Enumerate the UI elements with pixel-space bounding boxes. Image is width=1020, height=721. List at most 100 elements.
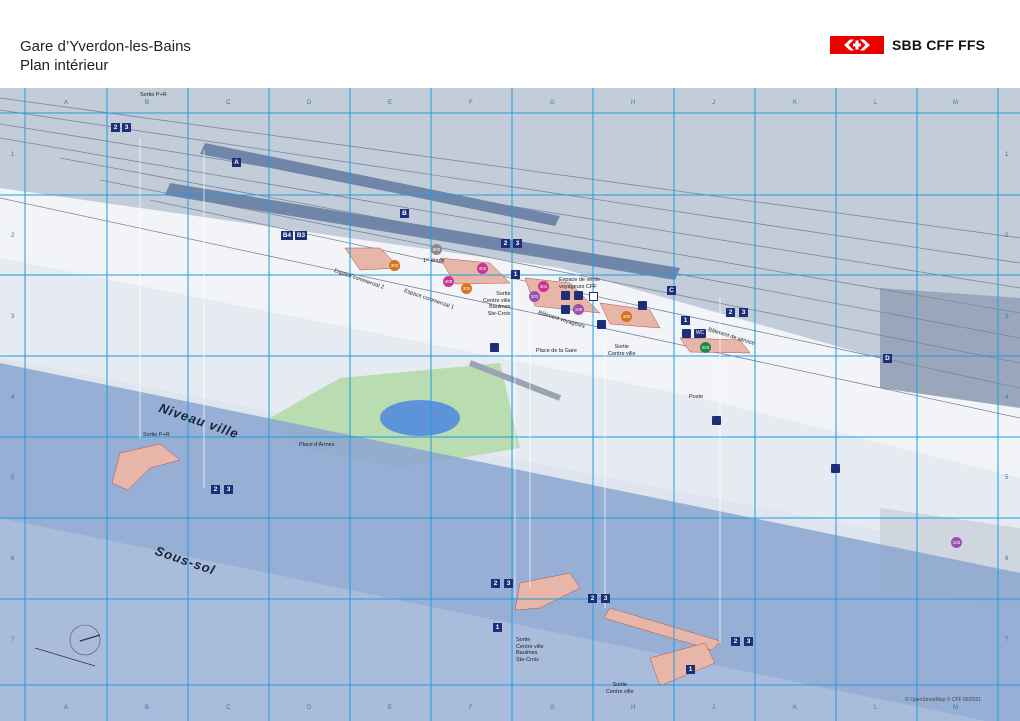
poi-500[interactable]: 500: [431, 244, 442, 255]
info-screen-icon[interactable]: [589, 292, 598, 301]
row-label-3-right: 3: [1005, 314, 1009, 320]
poi-300[interactable]: 300: [621, 311, 632, 322]
row-label-4-right: 4: [1005, 395, 1009, 401]
col-label-l-top: L: [874, 100, 878, 106]
row-label-1-right: 1: [1005, 152, 1009, 158]
row-label-4-left: 4: [11, 395, 15, 401]
track-3-badge: 3: [601, 594, 610, 603]
poi-100[interactable]: 100: [573, 304, 584, 315]
track-2-badge: 2: [731, 637, 740, 646]
poi-302[interactable]: 302: [389, 260, 400, 271]
poi-402[interactable]: 402: [477, 263, 488, 274]
col-label-g-bottom: G: [550, 705, 555, 711]
taxi-icon[interactable]: [831, 464, 840, 473]
col-label-e-top: E: [388, 100, 393, 106]
baby-change-icon[interactable]: [682, 329, 691, 338]
sbb-mark-icon: [830, 36, 884, 54]
track-3-badge: 3: [739, 308, 748, 317]
parking-icon[interactable]: [712, 416, 721, 425]
track-2-badge: 2: [588, 594, 597, 603]
col-label-e-bottom: E: [388, 705, 393, 711]
track-2-badge: 2: [111, 123, 120, 132]
col-label-c-bottom: C: [226, 705, 231, 711]
track-3-badge: 3: [504, 579, 513, 588]
col-label-g-top: G: [550, 100, 555, 106]
poi-400[interactable]: 400: [443, 276, 454, 287]
col-label-k-bottom: K: [793, 705, 798, 711]
col-label-d-top: D: [307, 100, 312, 106]
row-label-6-left: 6: [11, 556, 15, 562]
col-label-j-bottom: J: [712, 705, 715, 711]
poste-label: Poste: [689, 394, 704, 400]
espace-vente-line1: Espace de vente: [559, 277, 600, 283]
track-2-badge: 2: [501, 239, 510, 248]
track-1-badge: 1: [686, 665, 695, 674]
track-3-badge: 3: [513, 239, 522, 248]
station-name: Gare d’Yverdon-les-Bains: [20, 38, 191, 55]
poi-102[interactable]: 102: [951, 537, 962, 548]
page-title: Gare d’Yverdon-les-Bains Plan intérieur: [20, 37, 191, 75]
track-3-badge: 3: [122, 123, 131, 132]
lift-icon[interactable]: [597, 320, 606, 329]
col-label-m-bottom: M: [953, 705, 958, 711]
row-label-2-left: 2: [11, 233, 15, 239]
sortie-centre-ville-h3-label: Sortie Centre ville: [608, 344, 636, 357]
col-label-f-top: F: [469, 100, 473, 106]
wc-icon[interactable]: WC: [694, 329, 706, 338]
col-label-h-bottom: H: [631, 705, 636, 711]
espace-vente-line2: voyageurs CFF: [559, 283, 597, 290]
wc-label: WC: [695, 330, 705, 336]
sortie-pr-street-label: Sortie P+R: [143, 432, 170, 438]
bus-stop-icon[interactable]: [490, 343, 499, 352]
track-2-badge: 2: [211, 485, 220, 494]
sector-b4-badge: B4: [281, 231, 293, 240]
poi-301[interactable]: 301: [461, 283, 472, 294]
poi-101[interactable]: 101: [529, 291, 540, 302]
sbb-brand-text: SBB CFF FFS: [892, 37, 986, 53]
col-label-l-bottom: L: [874, 705, 878, 711]
sector-d-badge: D: [883, 354, 892, 363]
sector-b3-badge: B3: [295, 231, 307, 240]
poi-401[interactable]: 401: [538, 281, 549, 292]
plan-subtitle: Plan intérieur: [20, 57, 109, 74]
col-label-m-top: M: [953, 100, 958, 106]
station-map: A B C D E F G H J K L M A B C D E F G H …: [0, 88, 1020, 721]
row-label-5-left: 5: [11, 475, 15, 481]
place-armes-label: Place d’Armes: [299, 442, 335, 448]
sector-b-badge: B: [400, 209, 409, 218]
sortie-pr-top-label: Sortie P+R: [140, 92, 167, 98]
place-de-la-gare-label: Place de la Gare: [536, 348, 577, 354]
sector-a-badge: A: [232, 158, 241, 167]
track-2-badge: 2: [726, 308, 735, 317]
col-label-d-bottom: D: [307, 705, 312, 711]
col-label-a-top: A: [64, 100, 69, 106]
espace-vente-label: Espace de vente voyageurs CFF: [559, 277, 600, 290]
col-label-b-top: B: [145, 100, 150, 106]
shop-icon[interactable]: [638, 301, 647, 310]
sector-c-badge: C: [667, 286, 676, 295]
track-1-badge: 1: [493, 623, 502, 632]
poi-203[interactable]: 203: [700, 342, 711, 353]
row-label-7-left: 7: [11, 637, 15, 643]
col-label-b-bottom: B: [145, 705, 150, 711]
col-label-a-bottom: A: [64, 705, 69, 711]
ticket-machine-icon[interactable]: [561, 291, 570, 300]
accessibility-icon[interactable]: [574, 291, 583, 300]
map-credit: © OpenStreetMap © CFF 05/2021: [905, 697, 982, 703]
col-label-k-top: K: [793, 100, 798, 106]
sortie-centre-ville-street-label: Sortie Centre ville Baulmes Ste-Croix: [483, 291, 511, 317]
row-label-1-left: 1: [11, 152, 15, 158]
sbb-logo: SBB CFF FFS: [830, 36, 985, 54]
col-label-c-top: C: [226, 100, 231, 106]
col-label-j-top: J: [712, 100, 715, 106]
row-label-2-right: 2: [1005, 233, 1009, 239]
header: Gare d’Yverdon-les-Bains Plan intérieur …: [0, 0, 1020, 88]
row-label-5-right: 5: [1005, 475, 1009, 481]
first-floor-label: 1ᵉʳ étage: [423, 258, 445, 264]
sortie-centre-ville-basement-h-label: Sortie Centre ville: [606, 682, 634, 695]
map-background: [0, 88, 1020, 721]
track-1-badge: 1: [511, 270, 520, 279]
row-label-6-right: 6: [1005, 556, 1009, 562]
track-3-badge: 3: [224, 485, 233, 494]
luggage-icon[interactable]: [561, 305, 570, 314]
